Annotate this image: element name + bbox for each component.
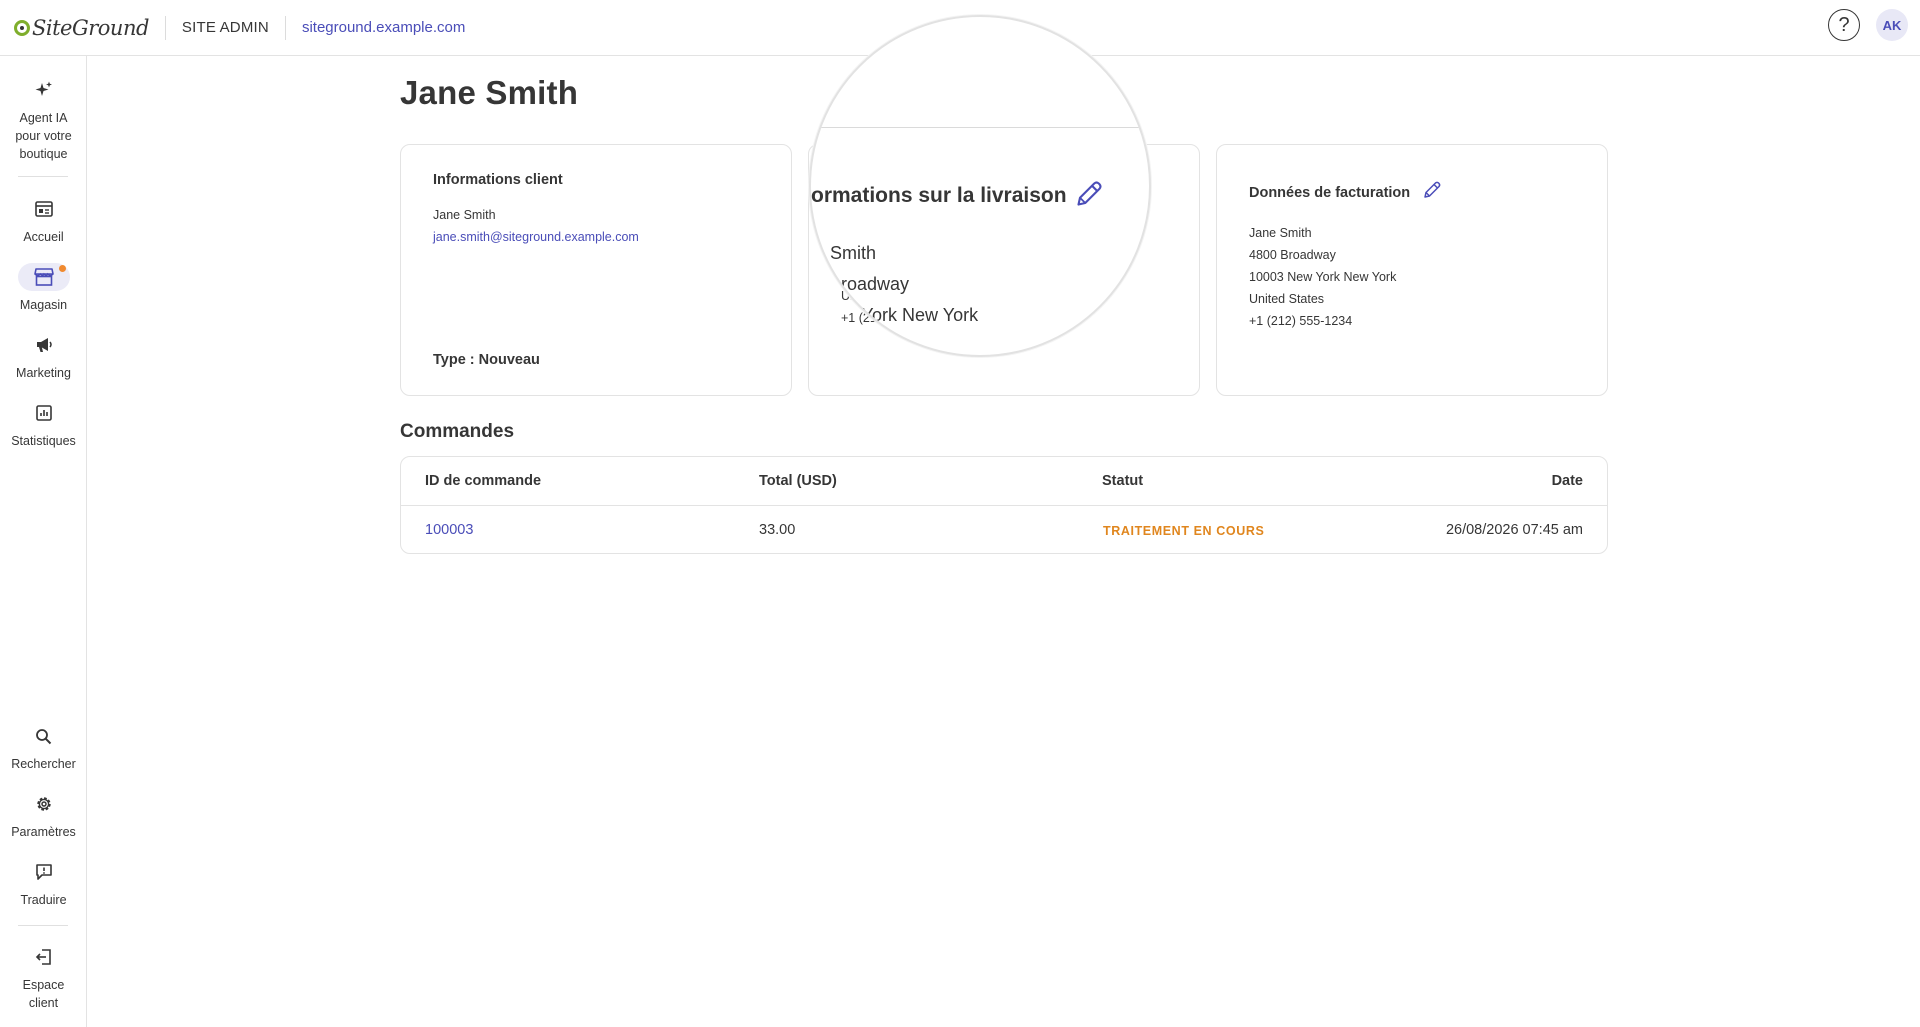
column-header-total: Total (USD): [759, 473, 837, 489]
column-header-date: Date: [1551, 473, 1583, 489]
site-url-link[interactable]: siteground.example.com: [302, 19, 465, 36]
customer-email-link[interactable]: jane.smith@siteground.example.com: [433, 230, 639, 244]
card-top-border: [811, 127, 1149, 128]
divider: [164, 15, 166, 40]
sidebar-item-label: Espace client: [22, 978, 65, 1010]
magnifier-lens: ormations sur la livraison Smith roadway…: [809, 15, 1151, 357]
card-title: Données de facturation: [1249, 185, 1411, 201]
table-header: [401, 457, 1607, 506]
sidebar-item-statistiques[interactable]: Statistiques: [0, 399, 87, 450]
sidebar-divider: [18, 176, 68, 177]
orders-table: ID de commande Total (USD) Statut Date 1…: [400, 456, 1608, 554]
card-title: Informations client: [433, 172, 563, 188]
chart-icon: [18, 399, 70, 427]
shipping-address: roadway: [841, 274, 910, 294]
sidebar-item-traduire[interactable]: Traduire: [0, 858, 87, 909]
sidebar: Agent IA pour votre boutique Accueil Mag…: [0, 56, 87, 1027]
help-button[interactable]: ?: [1828, 9, 1860, 41]
exit-icon: [18, 943, 70, 971]
order-date: 26/08/2026 07:45 am: [1445, 522, 1583, 538]
avatar[interactable]: AK: [1876, 9, 1908, 41]
sparkle-icon: [18, 76, 70, 104]
billing-address: 4800 Broadway: [1249, 248, 1336, 262]
sidebar-item-espace-client[interactable]: Espace client: [0, 943, 87, 1012]
sidebar-item-label: Accueil: [23, 230, 64, 244]
sidebar-item-label: Marketing: [16, 366, 71, 380]
orders-section-title: Commandes: [400, 421, 515, 442]
sidebar-item-marketing[interactable]: Marketing: [0, 331, 87, 382]
section-label: SITE ADMIN: [181, 19, 269, 36]
billing-city: 10003 New York New York: [1249, 270, 1397, 284]
customer-name: Jane Smith: [433, 208, 496, 222]
sidebar-item-rechercher[interactable]: Rechercher: [0, 722, 87, 773]
sidebar-item-label: Traduire: [20, 893, 67, 907]
divider: [284, 15, 286, 40]
customer-type: Type : Nouveau: [433, 352, 540, 368]
status-badge: TRAITEMENT EN COURS: [1103, 524, 1265, 538]
notification-dot: [58, 265, 66, 272]
sidebar-item-label: Magasin: [19, 298, 68, 312]
billing-info-card: Données de facturation Jane Smith 4800 B…: [1216, 144, 1608, 396]
column-header-order-id: ID de commande: [425, 473, 542, 489]
sidebar-item-parametres[interactable]: Paramètres: [0, 790, 87, 841]
siteground-logo[interactable]: SiteGround: [14, 0, 149, 56]
billing-country: United States: [1249, 292, 1325, 306]
megaphone-icon: [18, 331, 70, 359]
sidebar-item-label: Rechercher: [11, 757, 76, 771]
column-header-status: Statut: [1102, 473, 1144, 489]
order-total: 33.00: [759, 522, 796, 538]
translate-icon: [18, 858, 70, 886]
shipping-name: Smith: [830, 243, 877, 263]
sidebar-item-label: Paramètres: [11, 825, 76, 839]
sidebar-item-magasin[interactable]: Magasin: [0, 263, 87, 314]
customer-info-card: Informations client Jane Smith jane.smit…: [400, 144, 792, 396]
edit-pencil-icon[interactable]: [1074, 179, 1104, 209]
shipping-card-title: ormations sur la livraison: [811, 184, 1067, 207]
sidebar-item-accueil[interactable]: Accueil: [0, 195, 87, 246]
billing-phone: +1 (212) 555-1234: [1249, 314, 1353, 328]
shipping-city: y York New York: [848, 305, 979, 325]
search-icon: [18, 722, 70, 750]
sidebar-item-label: Statistiques: [11, 434, 76, 448]
page-title: Jane Smith: [400, 74, 579, 111]
sidebar-divider: [18, 925, 68, 926]
order-id-link[interactable]: 100003: [425, 522, 473, 538]
sidebar-item-ai-agent[interactable]: Agent IA pour votre boutique: [0, 76, 87, 163]
sidebar-item-label: Agent IA pour votre boutique: [15, 111, 72, 161]
edit-pencil-icon[interactable]: [1422, 180, 1442, 200]
logo-mark-icon: [14, 19, 30, 36]
billing-name: Jane Smith: [1249, 226, 1312, 240]
gear-icon: [18, 790, 70, 818]
dashboard-icon: [18, 195, 70, 223]
store-icon: [17, 263, 70, 291]
help-icon: ?: [1838, 13, 1850, 36]
logo-text: SiteGround: [32, 15, 149, 40]
